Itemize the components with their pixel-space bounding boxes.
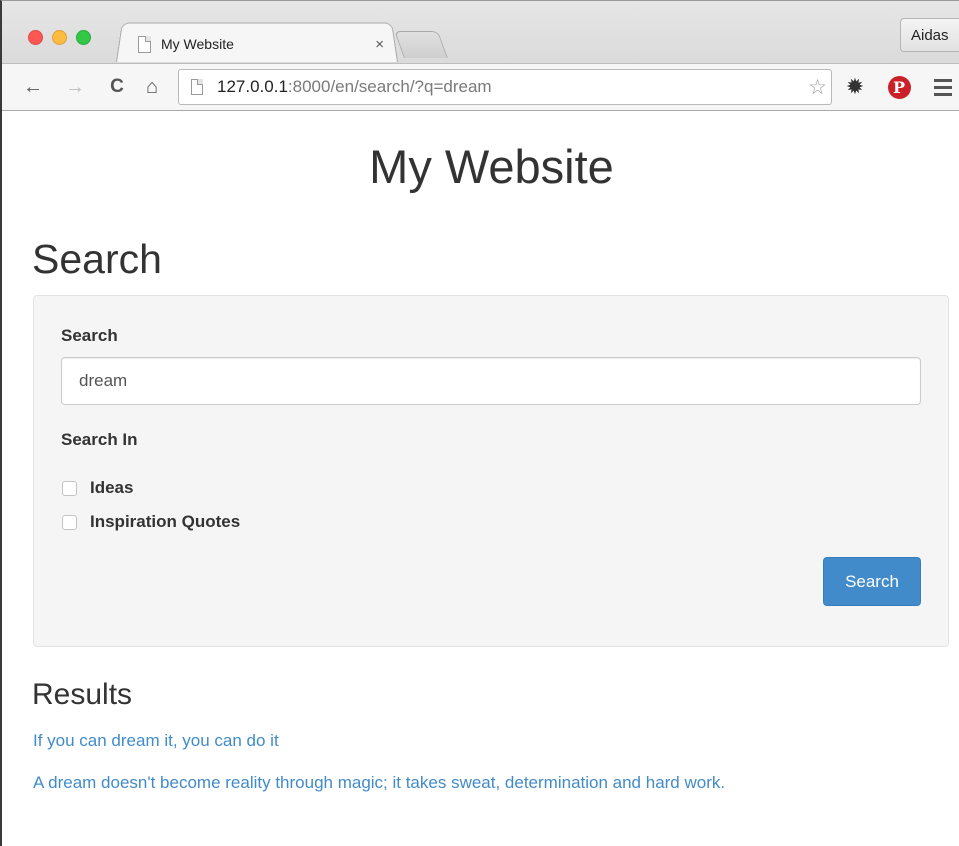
browser-tab-content[interactable]: My Website × xyxy=(138,29,388,59)
window-controls xyxy=(28,30,91,45)
address-bar[interactable]: 127.0.0.1:8000/en/search/?q=dream ☆ xyxy=(178,69,832,105)
browser-window: My Website × Aidas ← → C ⌂ 127.0.0.1:800… xyxy=(0,0,959,846)
page-icon xyxy=(138,35,151,53)
search-in-label: Search In xyxy=(61,430,138,449)
site-title: My Website xyxy=(369,140,614,193)
inspiration-quotes-checkbox[interactable] xyxy=(62,514,77,530)
bookmark-star-icon[interactable]: ☆ xyxy=(808,75,827,100)
result-link[interactable]: A dream doesn't become reality through m… xyxy=(33,773,725,793)
url-host: 127.0.0.1 xyxy=(217,77,288,96)
ideas-checkbox[interactable] xyxy=(62,480,77,496)
page-icon xyxy=(191,79,203,95)
close-tab-icon[interactable]: × xyxy=(375,36,388,53)
result-link[interactable]: If you can dream it, you can do it xyxy=(33,731,279,751)
results-heading: Results xyxy=(32,678,133,711)
hamburger-menu-icon[interactable] xyxy=(930,74,956,100)
menu-bar xyxy=(934,85,952,89)
menu-bar xyxy=(934,78,952,82)
close-window-button[interactable] xyxy=(28,30,43,45)
profile-button[interactable]: Aidas xyxy=(900,18,959,52)
menu-bar xyxy=(934,92,952,96)
pinterest-icon: P xyxy=(887,75,911,99)
zoom-window-button[interactable] xyxy=(76,30,91,45)
inspiration-quotes-label: Inspiration Quotes xyxy=(90,512,241,531)
tab-title: My Website xyxy=(161,36,234,52)
page-content: My Website Search Search Search In Ideas… xyxy=(2,112,959,846)
browser-toolbar: ← → C ⌂ 127.0.0.1:8000/en/search/?q=drea… xyxy=(2,63,959,110)
pinterest-extension-icon[interactable]: P xyxy=(886,74,912,100)
search-label: Search xyxy=(61,326,118,345)
forward-arrow-icon[interactable]: → xyxy=(62,74,88,100)
url-text[interactable]: 127.0.0.1:8000/en/search/?q=dream xyxy=(217,77,808,97)
url-path: :8000/en/search/?q=dream xyxy=(287,77,492,96)
search-input[interactable] xyxy=(61,357,921,405)
search-form: Search Search In Ideas Inspiration Quote… xyxy=(33,295,949,647)
option-ideas[interactable]: Ideas xyxy=(62,478,133,498)
page-title: Search xyxy=(32,236,162,282)
option-inspiration-quotes[interactable]: Inspiration Quotes xyxy=(62,512,240,532)
search-button[interactable]: Search xyxy=(823,557,921,606)
back-arrow-icon[interactable]: ← xyxy=(20,74,46,100)
minimize-window-button[interactable] xyxy=(52,30,67,45)
browser-chrome: My Website × Aidas ← → C ⌂ 127.0.0.1:800… xyxy=(2,1,959,111)
home-icon[interactable]: ⌂ xyxy=(139,74,165,100)
ideas-label: Ideas xyxy=(90,478,134,497)
gear-icon[interactable]: ✹ xyxy=(842,74,868,100)
reload-icon[interactable]: C xyxy=(104,74,130,100)
new-tab-button[interactable] xyxy=(394,31,448,58)
